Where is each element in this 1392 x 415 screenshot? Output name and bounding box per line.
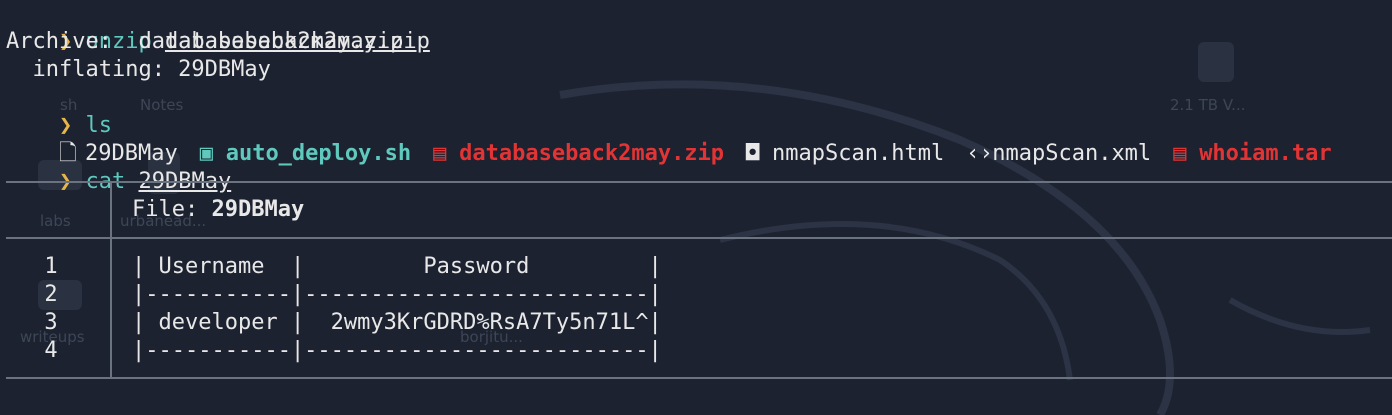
terminal-window[interactable]: ❯ unzip databaseback2may.zip Archive: da… xyxy=(0,0,1392,415)
viewer-top-rule xyxy=(6,181,1392,183)
ls-output: 🗋 29DBMay ▣ auto_deploy.sh ▤ databaseback2may… xyxy=(6,112,1332,166)
viewer-gutter-divider-header xyxy=(110,183,112,237)
file-name: databaseback2may.zip xyxy=(459,141,725,166)
viewer-header-rule xyxy=(6,237,1392,239)
archive-icon: ▤ xyxy=(1173,141,1187,166)
ls-entry-whoiam[interactable]: ▤ whoiam.tar xyxy=(1173,140,1331,168)
viewer-gutter-divider xyxy=(110,239,112,377)
file-content-line: |-----------|--------------------------| xyxy=(132,338,662,363)
inflating-output-line: inflating: 29DBMay xyxy=(6,57,271,82)
code-icon: ‹› xyxy=(966,141,993,166)
line-number: 2 xyxy=(44,282,58,307)
ls-entry-auto-deploy[interactable]: ▣ auto_deploy.sh xyxy=(200,140,411,168)
line-number: 1 xyxy=(44,254,58,279)
line-number: 4 xyxy=(44,338,58,363)
ls-entry-nmapscan-xml[interactable]: ‹›nmapScan.xml xyxy=(966,140,1151,168)
viewer-bottom-rule xyxy=(6,377,1392,379)
file-header: File: 29DBMay xyxy=(132,196,304,224)
command-line-ls: ❯ ls xyxy=(6,84,112,138)
command-line-unzip: ❯ unzip databaseback2may.zip xyxy=(6,0,430,54)
file-name: nmapScan.html xyxy=(772,141,945,166)
file-content-line: | developer | 2wmy3KrGDRD%RsA7Ty5n71L^| xyxy=(132,310,662,335)
command-line-cat: ❯ cat 29DBMay xyxy=(6,140,231,194)
archive-output-line: Archive: databaseback2may.zip xyxy=(6,29,404,54)
archive-icon: ▤ xyxy=(433,141,447,166)
file-header-name: 29DBMay xyxy=(211,197,305,222)
file-name: auto_deploy.sh xyxy=(225,141,412,166)
line-number: 3 xyxy=(44,310,58,335)
file-content-line: |-----------|--------------------------| xyxy=(132,282,662,307)
file-name: nmapScan.xml xyxy=(992,141,1152,166)
file-content-line: | Username | Password | xyxy=(132,254,662,279)
ls-entry-nmapscan-html[interactable]: ◘ nmapScan.html xyxy=(746,140,944,168)
file-name: whoiam.tar xyxy=(1199,141,1332,166)
html5-icon: ◘ xyxy=(746,141,760,166)
ls-entry-databaseback2may[interactable]: ▤ databaseback2may.zip xyxy=(433,140,724,168)
file-header-label: File: xyxy=(132,197,212,222)
